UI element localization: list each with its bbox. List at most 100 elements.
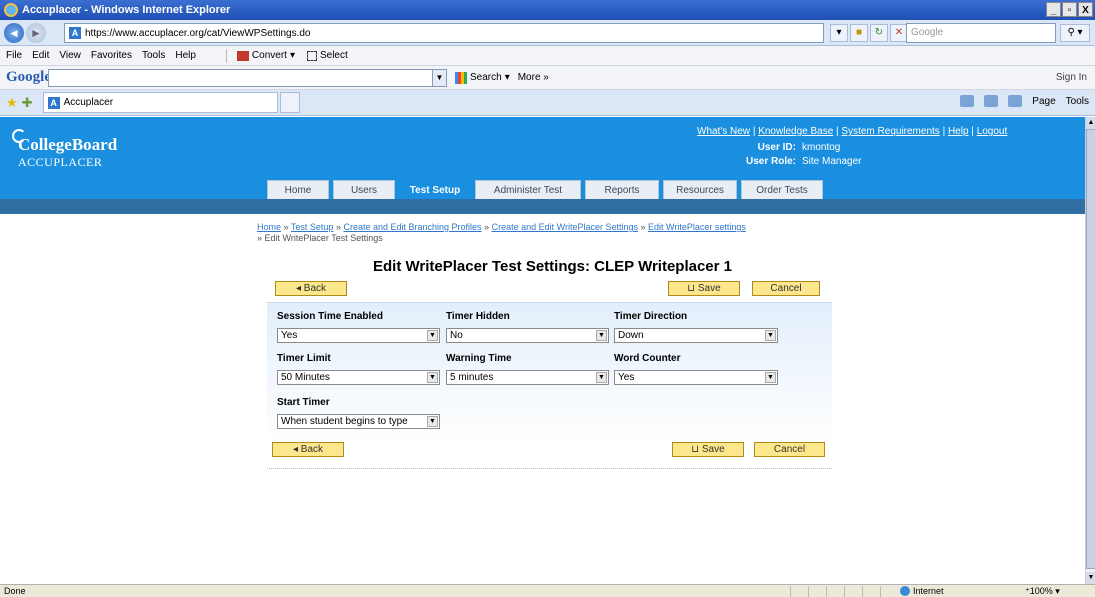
start-timer-select[interactable]: When student begins to type ▼ — [277, 414, 440, 429]
timer-direction-select[interactable]: Down ▼ — [614, 328, 778, 343]
dropdown-icon[interactable]: ▾ — [830, 24, 848, 42]
breadcrumb-home[interactable]: Home — [257, 222, 281, 232]
feeds-icon[interactable] — [984, 95, 999, 107]
back-button-top[interactable]: ◂ Back — [275, 281, 347, 296]
favorites-star-icon[interactable]: ★ — [6, 95, 18, 111]
session-time-enabled-select[interactable]: Yes ▼ — [277, 328, 440, 343]
security-zone[interactable]: Internet — [900, 586, 944, 596]
timer-limit-select[interactable]: 50 Minutes ▼ — [277, 370, 440, 385]
user-info: User ID: kmontog User Role: Site Manager — [726, 141, 862, 169]
top-links: What's New | Knowledge Base | System Req… — [697, 126, 1008, 137]
menu-view[interactable]: View — [59, 50, 81, 61]
breadcrumb-branching-profiles[interactable]: Create and Edit Branching Profiles — [343, 222, 481, 232]
menu-edit[interactable]: Edit — [32, 50, 49, 61]
help-link[interactable]: Help — [948, 126, 969, 137]
page-viewport: CollegeBoard ACCUPLACER What's New | Kno… — [0, 117, 1085, 584]
search-icon[interactable]: ⚲ ▾ — [1060, 24, 1090, 42]
minimize-button[interactable]: _ — [1046, 2, 1061, 17]
back-label: Back — [303, 283, 327, 294]
save-icon: ⊔ — [691, 444, 702, 455]
url-input[interactable]: A https://www.accuplacer.org/cat/ViewWPS… — [64, 23, 824, 43]
tab-home[interactable]: Home — [267, 180, 329, 201]
logo-collegeboard: CollegeBoard — [18, 135, 118, 154]
save-label: Save — [701, 444, 725, 455]
window-title: Accuplacer - Windows Internet Explorer — [22, 4, 231, 16]
breadcrumb-separator: » — [283, 222, 289, 232]
close-button[interactable]: X — [1078, 2, 1093, 17]
browser-tab[interactable]: A Accuplacer — [42, 92, 278, 113]
back-arrow-icon: ◂ — [292, 444, 301, 455]
save-button-top[interactable]: ⊔ Save — [668, 281, 740, 296]
back-arrow-icon: ◂ — [295, 283, 304, 294]
refresh-icon[interactable]: ↻ — [870, 24, 888, 42]
status-segment — [880, 586, 896, 597]
menu-tools[interactable]: Tools — [142, 50, 165, 61]
breadcrumb-edit-writeplacer[interactable]: Edit WritePlacer settings — [648, 222, 746, 232]
cancel-button-bottom[interactable]: Cancel — [754, 442, 825, 457]
whats-new-link[interactable]: What's New — [697, 126, 750, 137]
chevron-down-icon: ▼ — [427, 330, 438, 341]
zoom-level[interactable]: ⁺100% ▾ — [1025, 586, 1060, 597]
lock-icon[interactable]: ■ — [850, 24, 868, 42]
scroll-thumb[interactable] — [1086, 129, 1095, 569]
user-id-value: kmontog — [802, 142, 841, 153]
google-more-button[interactable]: More » — [518, 72, 549, 83]
select-button[interactable]: Select — [306, 50, 348, 61]
warning-time-select[interactable]: 5 minutes ▼ — [446, 370, 609, 385]
tab-test-setup[interactable]: Test Setup — [399, 180, 471, 201]
logo-accuplacer: ACCUPLACER — [18, 155, 103, 169]
print-icon[interactable] — [1008, 95, 1023, 107]
tab-users[interactable]: Users — [333, 180, 395, 201]
chevron-down-icon: ▼ — [765, 372, 776, 383]
timer-hidden-select[interactable]: No ▼ — [446, 328, 609, 343]
breadcrumb-writeplacer-settings[interactable]: Create and Edit WritePlacer Settings — [492, 222, 638, 232]
menu-favorites[interactable]: Favorites — [91, 50, 132, 61]
logout-link[interactable]: Logout — [977, 126, 1008, 137]
convert-button[interactable]: Convert ▾ — [236, 50, 295, 61]
menu-bar: File Edit View Favorites Tools Help Conv… — [0, 46, 1095, 66]
word-counter-select[interactable]: Yes ▼ — [614, 370, 778, 385]
menu-help[interactable]: Help — [175, 50, 196, 61]
status-segment — [862, 586, 878, 597]
google-signin-link[interactable]: Sign In — [1056, 72, 1087, 83]
page-menu[interactable]: Page — [1032, 96, 1055, 107]
google-toolbar: Google ▼ Search ▾ More » Sign In — [0, 66, 1095, 90]
breadcrumb-test-setup[interactable]: Test Setup — [291, 222, 334, 232]
new-tab-button[interactable] — [279, 92, 300, 113]
system-requirements-link[interactable]: System Requirements — [841, 126, 939, 137]
vertical-scrollbar[interactable]: ▲ ▼ — [1085, 117, 1095, 584]
scroll-down-icon[interactable]: ▼ — [1086, 572, 1095, 584]
tab-administer-test[interactable]: Administer Test — [475, 180, 581, 201]
home-icon[interactable] — [960, 95, 975, 107]
header-band — [0, 199, 1085, 214]
chevron-down-icon: ▼ — [596, 330, 607, 341]
forward-nav-icon[interactable]: ► — [26, 22, 46, 43]
zone-label: Internet — [913, 586, 944, 596]
collegeboard-logo[interactable]: CollegeBoard ACCUPLACER — [12, 129, 118, 170]
add-favorite-icon[interactable]: ✚ — [22, 95, 33, 111]
tab-order-tests[interactable]: Order Tests — [741, 180, 823, 201]
back-nav-icon[interactable]: ◄ — [4, 22, 24, 43]
knowledge-base-link[interactable]: Knowledge Base — [758, 126, 833, 137]
google-search-input[interactable] — [48, 68, 433, 87]
google-search-button[interactable]: Search ▾ — [455, 71, 510, 84]
maximize-button[interactable]: ▫ — [1062, 2, 1077, 17]
tools-menu[interactable]: Tools — [1066, 96, 1089, 107]
session-time-enabled-label: Session Time Enabled — [277, 311, 383, 322]
chevron-down-icon[interactable]: ▼ — [433, 68, 447, 87]
back-button-bottom[interactable]: ◂ Back — [272, 442, 344, 457]
ie-icon — [4, 3, 18, 17]
cancel-button-top[interactable]: Cancel — [752, 281, 820, 296]
tab-reports[interactable]: Reports — [585, 180, 659, 201]
save-button-bottom[interactable]: ⊔ Save — [672, 442, 744, 457]
main-nav: Home Users Test Setup Administer Test Re… — [267, 180, 823, 201]
browser-search-input[interactable]: Google — [906, 23, 1056, 43]
status-segment — [844, 586, 860, 597]
start-timer-value: When student begins to type — [281, 416, 408, 427]
menu-file[interactable]: File — [6, 50, 22, 61]
session-time-enabled-value: Yes — [281, 330, 298, 341]
scroll-up-icon[interactable]: ▲ — [1086, 117, 1095, 129]
breadcrumb-separator: » — [257, 233, 263, 243]
convert-label: Convert — [251, 50, 287, 61]
tab-resources[interactable]: Resources — [663, 180, 737, 201]
